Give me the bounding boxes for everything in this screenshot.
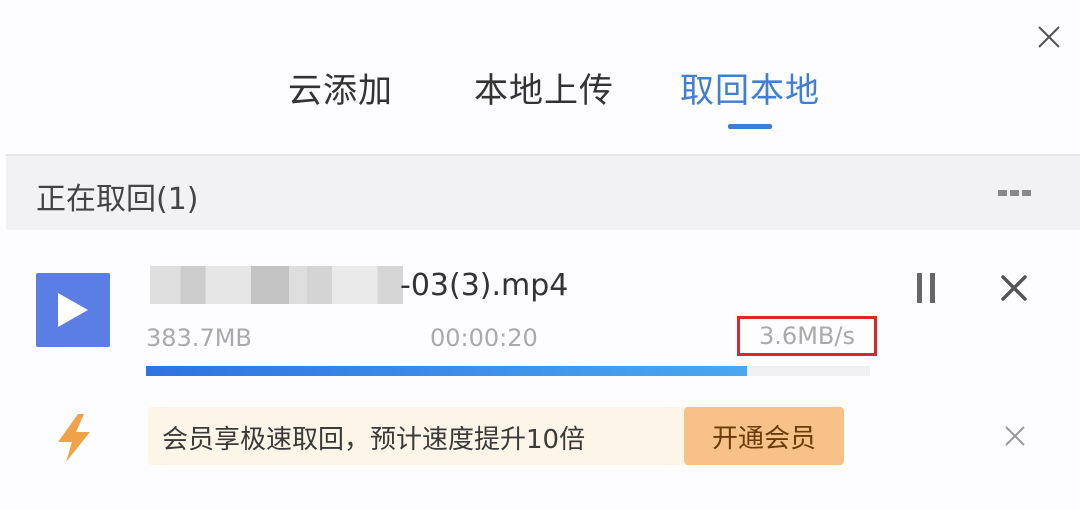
vip-promo-text: 会员享极速取回，预计速度提升10倍	[162, 425, 586, 455]
blurred-file-name	[150, 266, 403, 304]
list-options-icon[interactable]	[998, 186, 1038, 200]
file-name: -03(3).mp4	[400, 268, 569, 303]
vip-promo-banner: 会员享极速取回，预计速度提升10倍 开通会员	[148, 407, 844, 465]
vip-banner-close-button[interactable]	[1000, 421, 1030, 451]
file-size: 383.7MB	[146, 324, 252, 352]
pause-button[interactable]	[908, 270, 944, 306]
close-icon	[1005, 426, 1025, 446]
progress-bar	[146, 366, 870, 376]
tab-cloud-add[interactable]: 云添加	[288, 63, 393, 112]
tab-local-upload[interactable]: 本地上传	[474, 63, 614, 112]
elapsed-time: 00:00:20	[430, 324, 538, 352]
dialog-close-button[interactable]	[1032, 20, 1066, 54]
close-icon	[1001, 275, 1027, 301]
section-title: 正在取回(1)	[36, 182, 199, 217]
tab-bar: 云添加 本地上传 取回本地	[0, 55, 1080, 155]
pause-icon-bar	[917, 273, 922, 303]
tab-retrieve-local[interactable]: 取回本地	[680, 63, 820, 112]
speed-highlight-box: 3.6MB/s	[737, 316, 877, 356]
video-play-icon	[36, 273, 110, 347]
close-icon	[1038, 26, 1060, 48]
section-header: 正在取回(1)	[6, 156, 1080, 230]
progress-fill	[146, 366, 747, 376]
active-tab-indicator	[728, 124, 772, 129]
lightning-icon	[52, 412, 96, 464]
cancel-task-button[interactable]	[996, 270, 1032, 306]
transfer-speed: 3.6MB/s	[759, 322, 855, 350]
pause-icon-bar	[930, 273, 935, 303]
open-vip-button[interactable]: 开通会员	[684, 407, 844, 465]
